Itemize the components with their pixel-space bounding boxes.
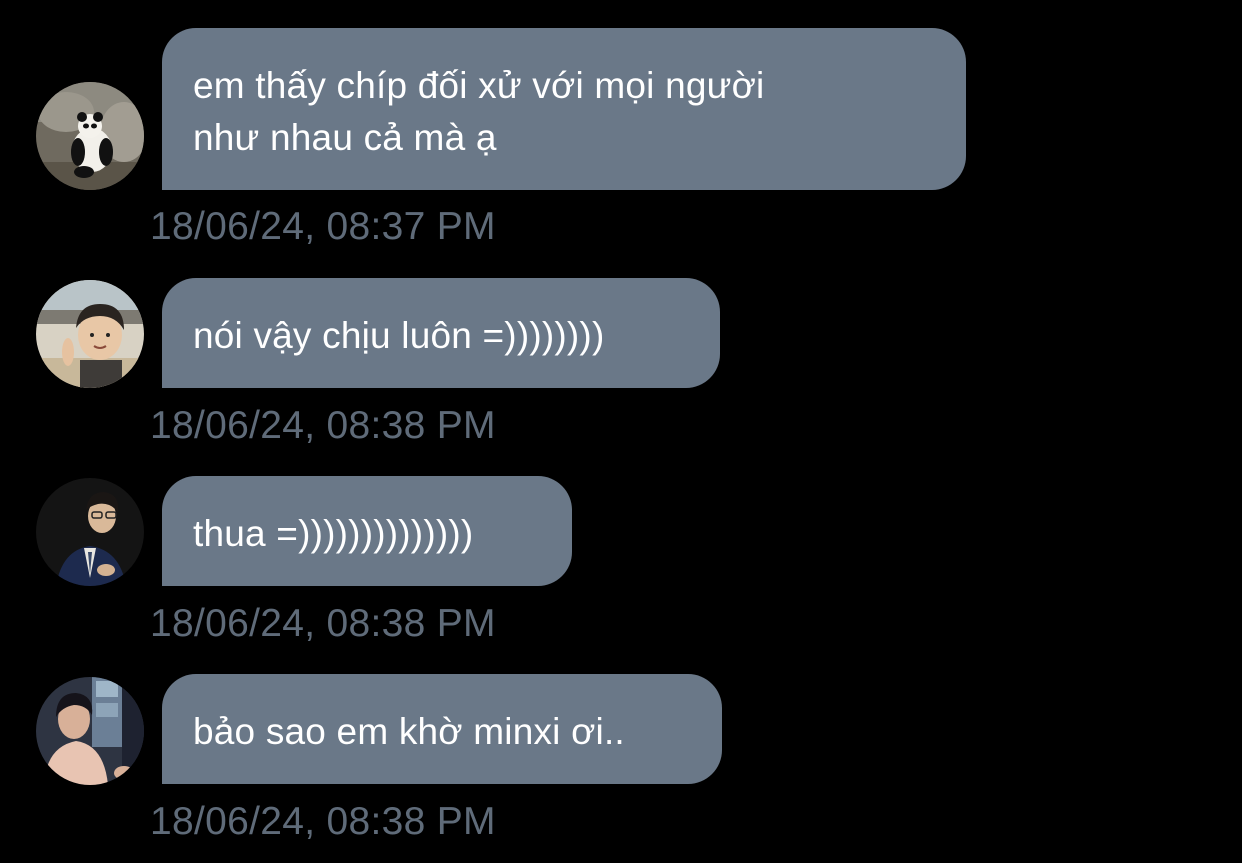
person-avatar-icon[interactable] [36, 677, 144, 785]
message-bubble[interactable]: nói vậy chịu luôn =)))))))) [162, 278, 720, 388]
message-bubble[interactable]: bảo sao em khờ minxi ơi.. [162, 674, 722, 784]
message-timestamp: 18/06/24, 08:38 PM [150, 800, 496, 843]
message-timestamp: 18/06/24, 08:37 PM [150, 205, 496, 248]
chat-thread: em thấy chíp đối xử với mọi người như nh… [0, 0, 1242, 863]
message-bubble[interactable]: em thấy chíp đối xử với mọi người như nh… [162, 28, 966, 190]
panda-avatar-icon[interactable] [36, 82, 144, 190]
man-in-suit-avatar-icon[interactable] [36, 478, 144, 586]
message-bubble[interactable]: thua =)))))))))))))) [162, 476, 572, 586]
message-timestamp: 18/06/24, 08:38 PM [150, 404, 496, 447]
child-avatar-icon[interactable] [36, 280, 144, 388]
message-timestamp: 18/06/24, 08:38 PM [150, 602, 496, 645]
